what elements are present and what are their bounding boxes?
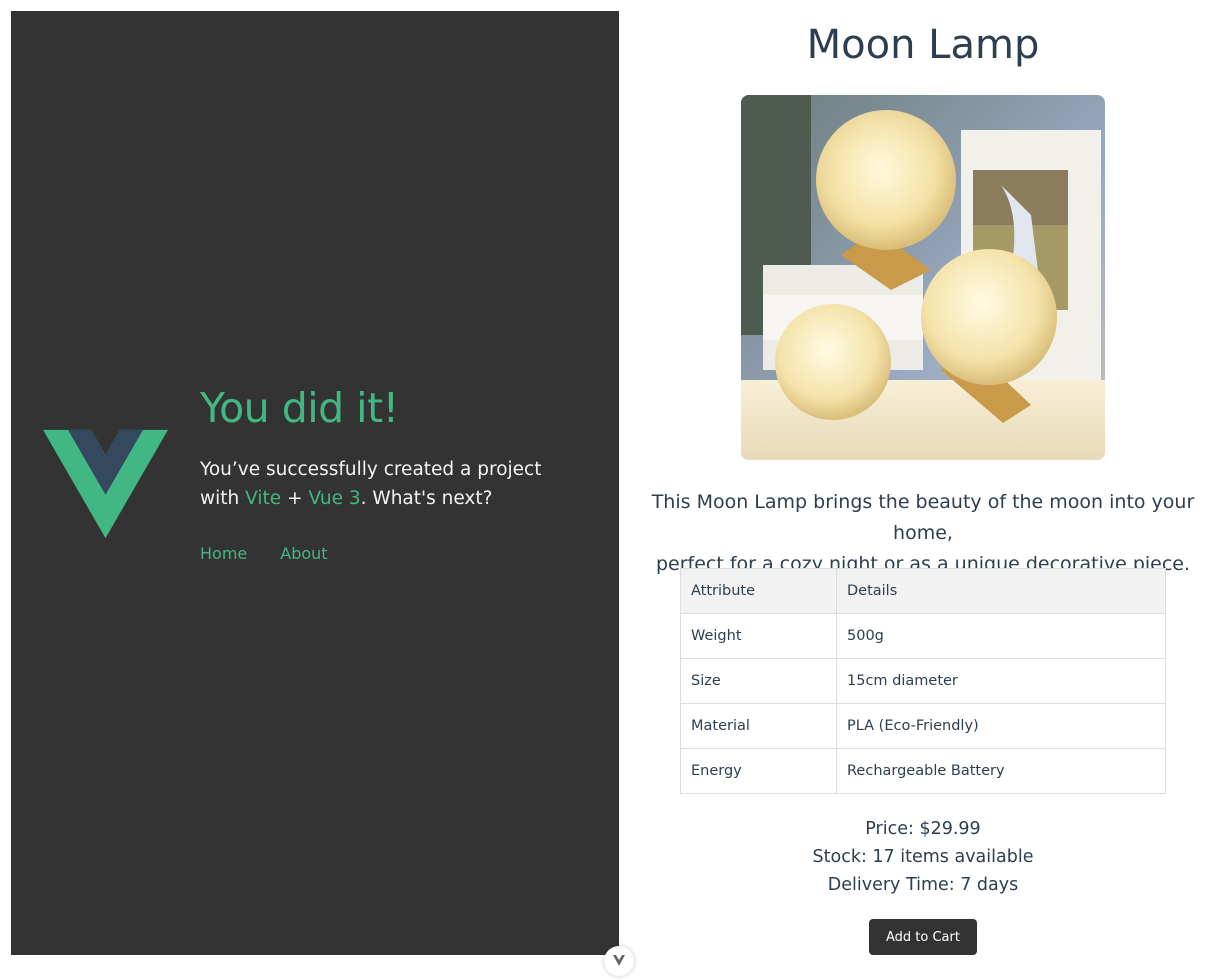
hero-heading: You did it! <box>200 384 399 432</box>
details-cell: PLA (Eco-Friendly) <box>836 703 1166 749</box>
hero-line1: You’ve successfully created a project <box>200 459 542 480</box>
hero-panel: You did it! You’ve successfully created … <box>11 11 619 955</box>
description-line-1: This Moon Lamp brings the beauty of the … <box>651 491 1195 544</box>
details-cell: 15cm diameter <box>836 658 1166 704</box>
product-description: This Moon Lamp brings the beauty of the … <box>626 487 1220 580</box>
table-row: Material PLA (Eco-Friendly) <box>680 703 1166 749</box>
attribute-cell: Material <box>680 703 837 749</box>
product-panel: Moon Lamp This Moon Lamp brings the beau… <box>626 0 1220 966</box>
table-row: Weight 500g <box>680 613 1166 659</box>
attribute-cell: Weight <box>680 613 837 659</box>
vue-devtools-icon <box>613 955 625 966</box>
table-header-row: Attribute Details <box>680 568 1166 614</box>
nav-about-link[interactable]: About <box>280 544 327 563</box>
main-nav: Home About <box>200 544 328 563</box>
hero-with: with <box>200 488 240 509</box>
moon-lamp-photo <box>741 95 1105 460</box>
nav-home-link[interactable]: Home <box>200 544 247 563</box>
product-attributes-table: Attribute Details Weight 500g Size 15cm … <box>680 568 1166 794</box>
product-image <box>741 95 1105 460</box>
hero-subtitle: You’ve successfully created a project wi… <box>200 455 600 513</box>
vue-logo-icon <box>43 429 168 539</box>
vue-link[interactable]: Vue 3 <box>308 488 360 509</box>
plus-sign: + <box>287 488 303 509</box>
greeting: You did it! You’ve successfully created … <box>200 381 600 513</box>
delivery-text: Delivery Time: 7 days <box>827 875 1019 895</box>
hero-tail: . What's next? <box>360 488 493 509</box>
table-row: Energy Rechargeable Battery <box>680 748 1166 794</box>
product-title: Moon Lamp <box>806 22 1040 68</box>
header-details: Details <box>836 568 1166 614</box>
vue-devtools-button[interactable] <box>604 946 634 976</box>
attribute-cell: Energy <box>680 748 837 794</box>
vite-link[interactable]: Vite <box>245 488 281 509</box>
header-attribute: Attribute <box>680 568 837 614</box>
details-cell: 500g <box>836 613 1166 659</box>
table-row: Size 15cm diameter <box>680 658 1166 704</box>
price-text: Price: $29.99 <box>865 819 981 839</box>
add-to-cart-button[interactable]: Add to Cart <box>869 919 977 955</box>
product-meta: Price: $29.99 Stock: 17 items available … <box>626 815 1220 899</box>
stock-text: Stock: 17 items available <box>812 847 1034 867</box>
details-cell: Rechargeable Battery <box>836 748 1166 794</box>
attribute-cell: Size <box>680 658 837 704</box>
